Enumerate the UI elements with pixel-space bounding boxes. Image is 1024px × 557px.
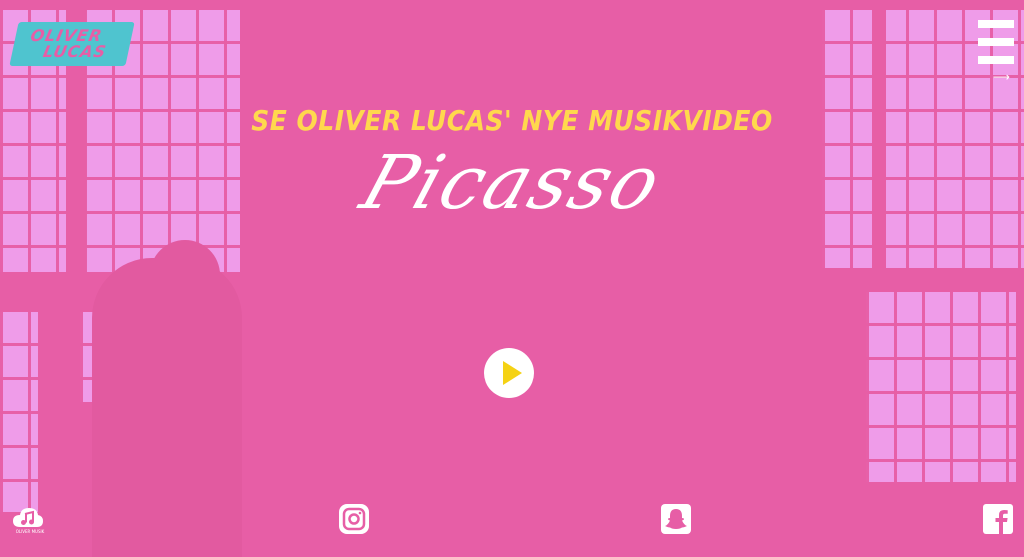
headline: SE OLIVER LUCAS' NYE MUSIKVIDEO: [251, 104, 773, 137]
window-right-lower: [866, 292, 1016, 482]
hamburger-menu-bar: [978, 56, 1014, 64]
window-left-lower: [0, 312, 38, 512]
facebook-link[interactable]: [982, 503, 1014, 535]
instagram-link[interactable]: [338, 503, 370, 535]
arrow-right-icon: ⟶: [992, 70, 1010, 84]
music-label: OLIVER MUSIK: [15, 529, 45, 534]
logo-line-2: LUCAS: [41, 42, 109, 61]
oliver-lucas-logo[interactable]: OLIVER LUCAS: [9, 22, 135, 66]
snapchat-link[interactable]: [660, 503, 692, 535]
play-button[interactable]: [484, 348, 534, 398]
menu-button[interactable]: [978, 20, 1014, 64]
snapchat-icon: [661, 504, 691, 534]
person-head-silhouette: [150, 240, 220, 320]
window-frame-left: [66, 0, 86, 557]
instagram-icon: [339, 504, 369, 534]
video-title: Picasso: [351, 140, 673, 226]
facebook-icon: [983, 504, 1013, 534]
hamburger-menu-bar: [978, 38, 1014, 46]
play-icon: [503, 361, 522, 385]
hamburger-menu-icon: [978, 20, 1014, 28]
background-image: [0, 0, 1024, 557]
